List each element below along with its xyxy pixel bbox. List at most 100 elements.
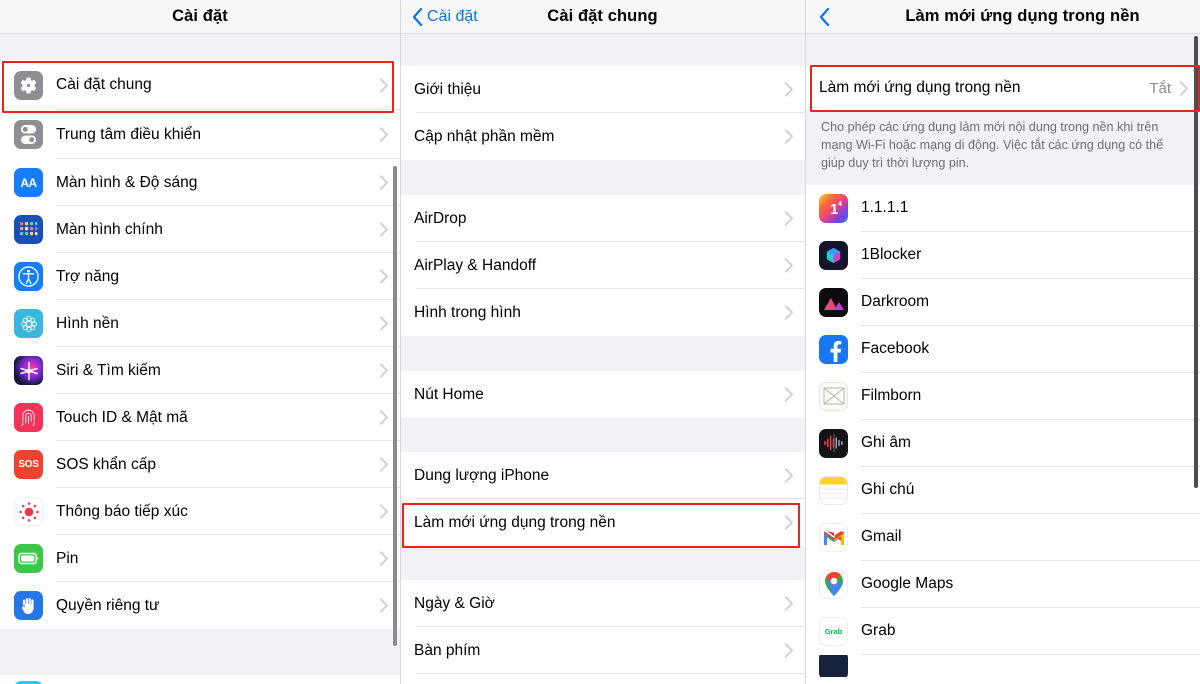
chevron-right-icon xyxy=(1179,80,1188,96)
app-1blocker-icon xyxy=(819,240,848,270)
chevron-left-icon xyxy=(819,7,830,26)
app-row-notes[interactable]: Ghi chú xyxy=(805,466,1200,514)
sidebar-item-app-store[interactable] xyxy=(0,675,400,684)
app-row-gmail[interactable]: Gmail xyxy=(805,513,1200,561)
chevron-right-icon xyxy=(379,457,388,472)
app-google-maps-icon xyxy=(819,569,848,599)
app-row-voice-memos[interactable]: Ghi âm xyxy=(805,419,1200,467)
sidebar-item-wallpaper[interactable]: Hình nền xyxy=(0,300,400,347)
list-item-keyboard[interactable]: Bàn phím xyxy=(400,627,805,674)
chevron-right-icon xyxy=(784,643,793,658)
chevron-right-icon xyxy=(784,305,793,320)
app-row-1111[interactable]: 14 1.1.1.1 xyxy=(805,184,1200,232)
scrollbar-left[interactable] xyxy=(393,166,397,646)
sidebar-item-siri-search[interactable]: Siri & Tìm kiếm xyxy=(0,347,400,394)
panel-background-app-refresh: Làm mới ứng dụng trong nền Làm mới ứng d… xyxy=(805,0,1200,684)
chevron-right-icon xyxy=(379,316,388,331)
list-item-label: Cập nhật phần mềm xyxy=(414,127,555,145)
icon-glyph: AA xyxy=(20,175,37,190)
scrollbar-right[interactable] xyxy=(1194,36,1198,488)
back-button[interactable] xyxy=(819,7,830,26)
ios-settings-screenshot: Cài đặt Cài đặt chung Trung tâm điều khi… xyxy=(0,0,1200,684)
chevron-right-icon xyxy=(379,504,388,519)
app-notes-icon xyxy=(819,475,848,505)
list-item-label: AirDrop xyxy=(414,209,467,227)
list-item-airdrop[interactable]: AirDrop xyxy=(400,195,805,242)
chevron-right-icon xyxy=(379,222,388,237)
accessibility-icon xyxy=(14,262,43,291)
app-label: Facebook xyxy=(861,340,930,358)
sidebar-item-exposure-notifications[interactable]: Thông báo tiếp xúc xyxy=(0,488,400,535)
chevron-right-icon xyxy=(379,127,388,142)
app-row-facebook[interactable]: Facebook xyxy=(805,325,1200,373)
chevron-left-icon xyxy=(412,7,423,26)
app-darkroom-icon xyxy=(819,287,848,317)
sidebar-item-label: Pin xyxy=(56,549,79,567)
app-row-google-maps[interactable]: Google Maps xyxy=(805,560,1200,608)
list-item-iphone-storage[interactable]: Dung lượng iPhone xyxy=(400,452,805,499)
app-row-partial[interactable] xyxy=(805,654,1200,677)
app-label: 1Blocker xyxy=(861,246,922,264)
touch-id-icon xyxy=(14,403,43,432)
page-title: Cài đặt xyxy=(172,7,228,25)
chevron-right-icon xyxy=(784,596,793,611)
sidebar-item-general[interactable]: Cài đặt chung xyxy=(0,60,400,110)
row-background-app-refresh-toggle[interactable]: Làm mới ứng dụng trong nền Tắt xyxy=(805,66,1200,110)
app-grab-icon: Grab xyxy=(819,616,848,646)
siri-icon xyxy=(14,356,43,385)
navbar-background-app-refresh: Làm mới ứng dụng trong nền xyxy=(805,0,1200,34)
app-label: Filmborn xyxy=(861,387,922,405)
list-item-label: Nút Home xyxy=(414,385,484,403)
sidebar-item-label: Trợ năng xyxy=(56,267,120,285)
sidebar-item-home-screen[interactable]: Màn hình chính xyxy=(0,206,400,253)
app-row-darkroom[interactable]: Darkroom xyxy=(805,278,1200,326)
icon-glyph: SOS xyxy=(18,459,39,470)
list-item-background-app-refresh[interactable]: Làm mới ứng dụng trong nền xyxy=(400,499,805,546)
battery-icon xyxy=(14,544,43,573)
sidebar-item-label: SOS khẩn cấp xyxy=(56,455,156,473)
chevron-right-icon xyxy=(379,598,388,613)
emergency-sos-icon: SOS xyxy=(14,450,43,479)
chevron-right-icon xyxy=(784,82,793,97)
sidebar-item-label: Thông báo tiếp xúc xyxy=(56,502,188,520)
row-label: Làm mới ứng dụng trong nền xyxy=(819,79,1021,96)
list-item-airplay-handoff[interactable]: AirPlay & Handoff xyxy=(400,242,805,289)
navbar-general: Cài đặt Cài đặt chung xyxy=(400,0,805,34)
back-button-settings[interactable]: Cài đặt xyxy=(412,7,478,26)
home-screen-icon xyxy=(14,215,43,244)
sidebar-item-emergency-sos[interactable]: SOS SOS khẩn cấp xyxy=(0,441,400,488)
list-item-about[interactable]: Giới thiệu xyxy=(400,66,805,113)
sidebar-item-privacy[interactable]: Quyền riêng tư xyxy=(0,582,400,629)
app-row-grab[interactable]: Grab Grab xyxy=(805,607,1200,655)
background-app-refresh-list: Làm mới ứng dụng trong nền Tắt Cho phép … xyxy=(805,34,1200,684)
display-brightness-icon: AA xyxy=(14,168,43,197)
sidebar-item-display-brightness[interactable]: AA Màn hình & Độ sáng xyxy=(0,159,400,206)
app-row-1blocker[interactable]: 1Blocker xyxy=(805,231,1200,279)
sidebar-item-label: Màn hình chính xyxy=(56,220,163,238)
app-row-filmborn[interactable]: Filmborn xyxy=(805,372,1200,420)
sidebar-item-label: Siri & Tìm kiếm xyxy=(56,361,161,379)
sidebar-item-control-center[interactable]: Trung tâm điều khiển xyxy=(0,110,400,159)
list-item-software-update[interactable]: Cập nhật phần mềm xyxy=(400,113,805,160)
app-label: Ghi âm xyxy=(861,434,911,452)
panel-settings-root: Cài đặt Cài đặt chung Trung tâm điều khi… xyxy=(0,0,400,684)
chevron-right-icon xyxy=(379,77,388,93)
chevron-right-icon xyxy=(784,387,793,402)
sidebar-item-label: Trung tâm điều khiển xyxy=(56,125,202,143)
gear-icon xyxy=(14,70,43,100)
list-item-home-button[interactable]: Nút Home xyxy=(400,371,805,418)
app-label: Gmail xyxy=(861,528,902,546)
group-spacer xyxy=(400,546,805,580)
list-item-picture-in-picture[interactable]: Hình trong hình xyxy=(400,289,805,336)
sidebar-item-label: Touch ID & Mật mã xyxy=(56,408,188,426)
list-item-date-time[interactable]: Ngày & Giờ xyxy=(400,580,805,627)
list-item-label: Làm mới ứng dụng trong nền xyxy=(414,513,616,531)
chevron-right-icon xyxy=(379,269,388,284)
sidebar-item-touch-id-passcode[interactable]: Touch ID & Mật mã xyxy=(0,394,400,441)
sidebar-item-accessibility[interactable]: Trợ năng xyxy=(0,253,400,300)
row-separator xyxy=(416,673,805,674)
control-center-icon xyxy=(14,120,43,149)
page-title: Làm mới ứng dụng trong nền xyxy=(905,7,1140,25)
sidebar-item-label: Quyền riêng tư xyxy=(56,596,160,614)
sidebar-item-battery[interactable]: Pin xyxy=(0,535,400,582)
